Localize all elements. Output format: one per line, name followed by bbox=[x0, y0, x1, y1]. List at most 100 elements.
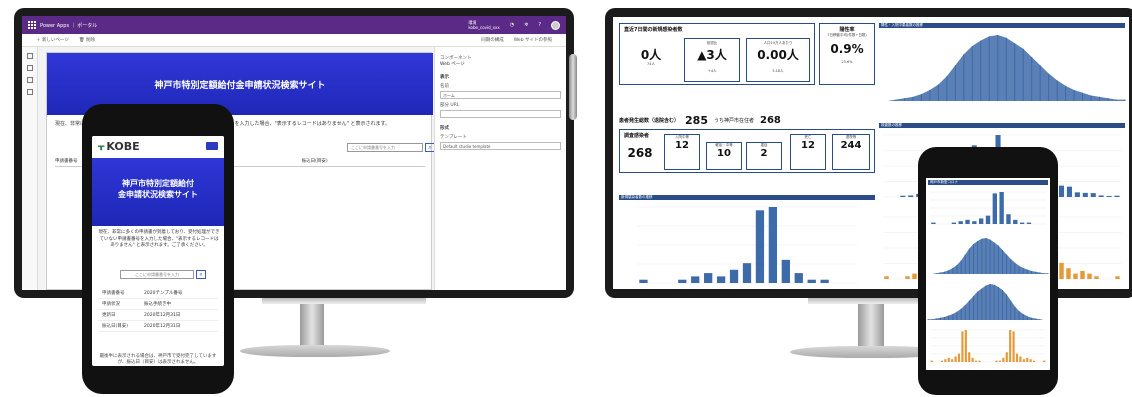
bar bbox=[931, 222, 936, 224]
area-bar bbox=[939, 317, 941, 320]
area-bar bbox=[1035, 318, 1037, 320]
bar bbox=[1094, 276, 1099, 279]
area-bar bbox=[1030, 271, 1032, 274]
templates-icon[interactable] bbox=[26, 89, 33, 95]
bar bbox=[794, 273, 803, 283]
area-bar bbox=[1048, 73, 1050, 101]
area-series bbox=[928, 238, 1048, 274]
area-bar bbox=[1010, 259, 1012, 274]
area-bar bbox=[977, 241, 979, 274]
mobile-search-input[interactable]: ここに申請書番号を入力 bbox=[120, 270, 194, 279]
theme-icon[interactable] bbox=[26, 77, 33, 83]
area-bar bbox=[968, 300, 970, 320]
area-series bbox=[928, 284, 1048, 320]
banner-title-line2: 金申請状況検索サイト bbox=[118, 190, 198, 199]
environment-info[interactable]: 環境 kobe_covid_xxx bbox=[468, 20, 499, 30]
kpi-title: 直近7日間の新規感染者数 bbox=[624, 27, 683, 33]
kpi-box-weekly: 直近7日間の新規感染者数 0人 74人 前週比 ▲3人 ＋4人 人口10万人あた… bbox=[619, 23, 815, 85]
app-title: Power Apps ｜ ポータル bbox=[40, 22, 98, 29]
area-bar bbox=[960, 260, 962, 274]
bell-icon[interactable]: ◔ bbox=[510, 22, 514, 28]
format-section[interactable]: 形式 bbox=[440, 125, 561, 131]
properties-panel: コンポーネント Web ページ 表示 名前 ホーム 部分 URL 形式 テンプレ… bbox=[434, 47, 566, 290]
sync-button[interactable]: 同期の構成 bbox=[481, 37, 504, 43]
cases-city: 268 bbox=[760, 114, 781, 126]
area-bar bbox=[1022, 268, 1024, 274]
name-field[interactable]: ホーム bbox=[440, 91, 561, 99]
area-bar bbox=[968, 248, 970, 274]
mobile-footer-note: 最後半に表示される場合は、神戸市で受付完了していますが、振込日（目安）は表示され… bbox=[99, 354, 217, 365]
search-icon[interactable]: ⌕ bbox=[196, 270, 206, 279]
area-bar bbox=[920, 94, 922, 101]
display-section[interactable]: 表示 bbox=[440, 74, 561, 80]
area-bar bbox=[964, 254, 966, 274]
area-bar bbox=[980, 40, 982, 101]
area-bar bbox=[1043, 273, 1045, 274]
powerapps-app-bar: Power Apps ｜ ポータル 環境 kobe_covid_xxx ◔ ✲ … bbox=[22, 16, 566, 34]
bar bbox=[1012, 331, 1015, 362]
browse-site-button[interactable]: Web サイトの参照 bbox=[514, 37, 552, 43]
area-bar bbox=[960, 308, 962, 320]
area-bar bbox=[963, 54, 965, 101]
mobile-mixed-chart bbox=[930, 329, 1046, 363]
column-header[interactable]: 振込日(目安) bbox=[302, 158, 425, 164]
area-bar bbox=[1014, 43, 1016, 101]
bar bbox=[1115, 276, 1120, 279]
delete-button[interactable]: 🗑 削除 bbox=[79, 37, 95, 43]
monitor-stand bbox=[262, 298, 426, 304]
area-bar bbox=[948, 270, 950, 274]
kpi-main-value: 0人 bbox=[640, 48, 662, 62]
area-bar bbox=[1099, 96, 1101, 101]
area-bar bbox=[935, 273, 937, 274]
bar bbox=[940, 360, 944, 362]
template-select[interactable]: Default studio template bbox=[440, 142, 561, 150]
area-bar bbox=[1006, 294, 1008, 320]
mobile-area-chart-2 bbox=[927, 284, 1048, 320]
area-bar bbox=[1014, 262, 1016, 274]
bar bbox=[1022, 359, 1025, 362]
avatar[interactable] bbox=[551, 20, 560, 30]
components-icon[interactable] bbox=[26, 65, 33, 71]
app-launcher-icon[interactable] bbox=[28, 21, 36, 29]
bar bbox=[639, 279, 648, 283]
kpi-per100k-sub: 5.18人 bbox=[772, 68, 784, 73]
bar bbox=[999, 192, 1004, 224]
area-bar bbox=[997, 287, 999, 320]
bar bbox=[1082, 192, 1088, 197]
area-bar bbox=[993, 242, 995, 274]
area-bar bbox=[952, 314, 954, 320]
bar bbox=[716, 276, 726, 283]
pages-icon[interactable] bbox=[26, 53, 33, 59]
area-bar bbox=[973, 244, 975, 274]
url-field[interactable] bbox=[440, 110, 561, 118]
cases-summary: 患者発生総数（退院含む） 285 うち神戸市在住者 268 bbox=[619, 113, 875, 127]
stylus-pen bbox=[569, 54, 577, 120]
menu-icon[interactable] bbox=[206, 142, 218, 150]
detail-row: 更新日 2020年12月31日 bbox=[98, 310, 218, 321]
monitor-base bbox=[240, 345, 390, 357]
mobile-banner: 神戸市特別定額給付 金申請状況検索サイト bbox=[92, 158, 224, 226]
area-bar bbox=[1030, 317, 1032, 320]
area-bar bbox=[1014, 306, 1016, 320]
bar bbox=[974, 360, 978, 362]
area-bar bbox=[952, 268, 954, 274]
mobile-notice: 現在、非常に多くの申請書が到着しており、受付処理ができていない申請書番号を入力し… bbox=[98, 230, 220, 248]
bar bbox=[951, 222, 957, 224]
area-bar bbox=[948, 315, 950, 320]
search-input[interactable]: ここに申請書番号を入力 bbox=[347, 143, 423, 152]
gear-icon[interactable]: ✲ bbox=[524, 22, 528, 28]
bar bbox=[944, 359, 947, 362]
kpi-per100k-box: 人口10万人あたり 0.00人 5.18人 bbox=[746, 38, 810, 82]
help-icon[interactable]: ? bbox=[538, 22, 541, 28]
positivity-prev: 23.6% bbox=[841, 59, 853, 64]
area-bar bbox=[939, 272, 941, 274]
area-bar bbox=[977, 291, 979, 320]
bar bbox=[768, 207, 778, 283]
new-page-button[interactable]: ＋ 新しいページ bbox=[36, 37, 69, 43]
kpi-week-sub: ＋4人 bbox=[707, 68, 717, 73]
bar bbox=[972, 221, 977, 224]
hosp-stat: 死亡 12 bbox=[790, 134, 826, 170]
hospital-box: 調査感染者 268 入院中等 12 軽症・中等 10 重症 2 死亡 12 退院… bbox=[619, 129, 875, 173]
bar bbox=[912, 273, 917, 279]
bar bbox=[1080, 270, 1085, 279]
